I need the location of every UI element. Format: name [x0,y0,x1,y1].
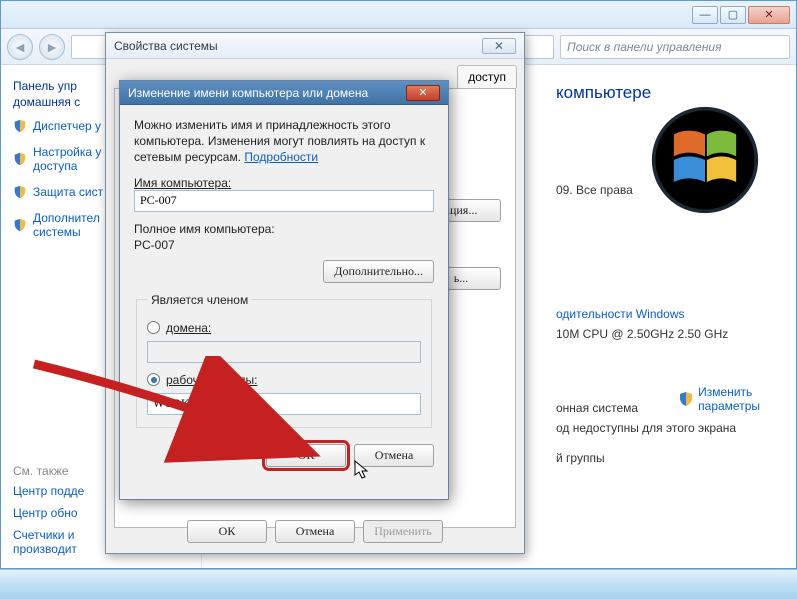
nav-forward-button[interactable]: ► [39,34,65,60]
shield-icon [13,185,27,199]
more-button[interactable]: Дополнительно... [323,260,434,283]
minimize-button[interactable]: — [692,6,718,24]
close-button[interactable]: ✕ [748,6,790,24]
nav-back-button[interactable]: ◄ [7,34,33,60]
search-input[interactable]: Поиск в панели управления [560,35,790,59]
dialog-titlebar: Свойства системы ✕ [106,33,524,59]
maximize-button[interactable]: ▢ [720,6,746,24]
details-link[interactable]: Подробности [244,150,318,164]
dialog-description: Можно изменить имя и принадлежность этог… [134,117,434,166]
workgroup-radio[interactable] [147,373,160,386]
workgroup-input[interactable] [147,393,421,415]
cancel-button[interactable]: Отмена [275,520,355,543]
shield-icon [13,119,27,133]
full-name-value: PC-007 [134,238,434,252]
domain-input[interactable] [147,341,421,363]
titlebar: — ▢ ✕ [1,1,796,29]
perf-link[interactable]: одительности Windows [556,307,772,321]
display-line: од недоступны для этого экрана [556,421,772,435]
windows-logo [650,105,760,215]
dialog-close-button[interactable]: ✕ [482,38,516,54]
cancel-button[interactable]: Отмена [354,444,434,467]
shield-icon [13,218,27,232]
dialog-titlebar: Изменение имени компьютера или домена ✕ [120,81,448,105]
search-placeholder: Поиск в панели управления [567,40,722,54]
member-legend: Является членом [147,293,252,307]
dialog-title: Изменение имени компьютера или домена [128,86,368,100]
group-line: й группы [556,451,772,465]
shield-icon [678,391,694,407]
page-title: компьютере [556,83,772,103]
domain-radio-label: домена: [166,321,211,335]
dialog-title: Свойства системы [114,39,218,53]
computer-name-label: Имя компьютера: [134,176,434,190]
cpu-info: 10M CPU @ 2.50GHz 2.50 GHz [556,327,772,341]
member-of-group: Является членом домена: рабочей группы: [136,293,432,428]
domain-radio[interactable] [147,321,160,334]
computer-name-input[interactable] [134,190,434,212]
ok-button[interactable]: ОК [187,520,267,543]
shield-icon [13,152,27,166]
taskbar[interactable] [0,569,797,599]
dialog-close-button[interactable]: ✕ [406,85,440,101]
ok-button[interactable]: ОК [266,444,346,467]
rename-computer-dialog: Изменение имени компьютера или домена ✕ … [119,80,449,500]
workgroup-radio-label: рабочей группы: [166,373,257,387]
change-settings-link[interactable]: Изменить параметры [678,385,760,413]
apply-button[interactable]: Применить [363,520,443,543]
tab-remote-access[interactable]: доступ [457,65,517,88]
full-name-label: Полное имя компьютера: [134,222,434,236]
